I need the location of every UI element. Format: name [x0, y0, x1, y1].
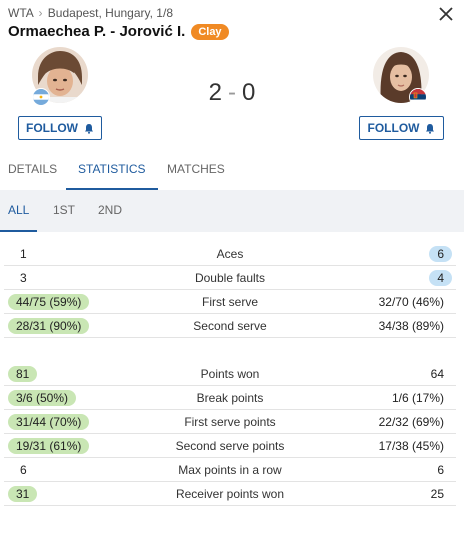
- bell-icon: [84, 123, 93, 134]
- score-separator: -: [228, 79, 236, 106]
- breadcrumb-separator-icon: ›: [38, 6, 43, 20]
- stat-away-value: 6: [437, 463, 444, 477]
- match-players-label: Ormaechea P. - Jorović I.: [8, 23, 186, 40]
- surface-badge: Clay: [191, 24, 229, 40]
- stat-away-value: 6: [429, 246, 452, 262]
- stat-label: Receiver points won: [175, 487, 285, 501]
- stat-row-first-serve-points: 31/44 (70%) First serve points 22/32 (69…: [4, 410, 456, 434]
- stat-away-value: 34/38 (89%): [378, 319, 444, 333]
- tab-matches[interactable]: MATCHES: [167, 150, 225, 188]
- match-score: 2-0: [0, 79, 464, 107]
- stat-away-value: 1/6 (17%): [391, 391, 444, 405]
- stat-label: Double faults: [194, 271, 266, 285]
- score-away: 0: [242, 79, 256, 106]
- stat-row-aces: 1 Aces 6: [4, 242, 456, 266]
- period-subtabs: ALL 1ST 2ND: [0, 190, 464, 232]
- stat-row-second-serve-points: 19/31 (61%) Second serve points 17/38 (4…: [4, 434, 456, 458]
- stat-label: Points won: [200, 367, 260, 381]
- stat-row-max-points-in-a-row: 6 Max points in a row 6: [4, 458, 456, 482]
- breadcrumb-tournament[interactable]: Budapest, Hungary, 1/8: [48, 6, 173, 20]
- match-header: WTA › Budapest, Hungary, 1/8 Ormaechea P…: [0, 0, 464, 190]
- stat-row-break-points: 3/6 (50%) Break points 1/6 (17%): [4, 386, 456, 410]
- stat-away-value: 25: [430, 487, 444, 501]
- bell-icon: [426, 123, 435, 134]
- subtab-all[interactable]: ALL: [0, 190, 38, 232]
- stat-away-value: 22/32 (69%): [378, 415, 444, 429]
- stat-away-value: 4: [429, 270, 452, 286]
- breadcrumb-sport[interactable]: WTA: [8, 6, 33, 20]
- tab-statistics[interactable]: STATISTICS: [66, 150, 158, 190]
- stat-label: Break points: [196, 391, 264, 405]
- stat-row-points-won: 81 Points won 64: [4, 362, 456, 386]
- stat-away-value: 64: [430, 367, 444, 381]
- stat-away-value: 17/38 (45%): [378, 439, 444, 453]
- match-tabs: DETAILS STATISTICS MATCHES: [0, 150, 464, 190]
- stat-row-second-serve: 28/31 (90%) Second serve 34/38 (89%): [4, 314, 456, 338]
- stat-row-first-serve: 44/75 (59%) First serve 32/70 (46%): [4, 290, 456, 314]
- stat-away-value: 32/70 (46%): [378, 295, 444, 309]
- tab-details[interactable]: DETAILS: [8, 150, 57, 188]
- follow-label: FOLLOW: [367, 121, 420, 135]
- score-home: 2: [208, 79, 222, 106]
- match-title: Ormaechea P. - Jorović I. Clay: [8, 23, 229, 40]
- stat-row-receiver-points-won: 31 Receiver points won 25: [4, 482, 456, 506]
- breadcrumb: WTA › Budapest, Hungary, 1/8: [8, 6, 173, 20]
- close-icon[interactable]: [438, 6, 454, 22]
- subtab-2nd-set[interactable]: 2ND: [98, 190, 122, 230]
- subtab-1st-set[interactable]: 1ST: [53, 190, 75, 230]
- stat-label: Max points in a row: [178, 463, 282, 477]
- stat-row-double-faults: 3 Double faults 4: [4, 266, 456, 290]
- stat-label: Aces: [216, 247, 244, 261]
- follow-button-home[interactable]: FOLLOW: [18, 116, 102, 140]
- follow-label: FOLLOW: [26, 121, 78, 135]
- follow-button-away[interactable]: FOLLOW: [359, 116, 444, 140]
